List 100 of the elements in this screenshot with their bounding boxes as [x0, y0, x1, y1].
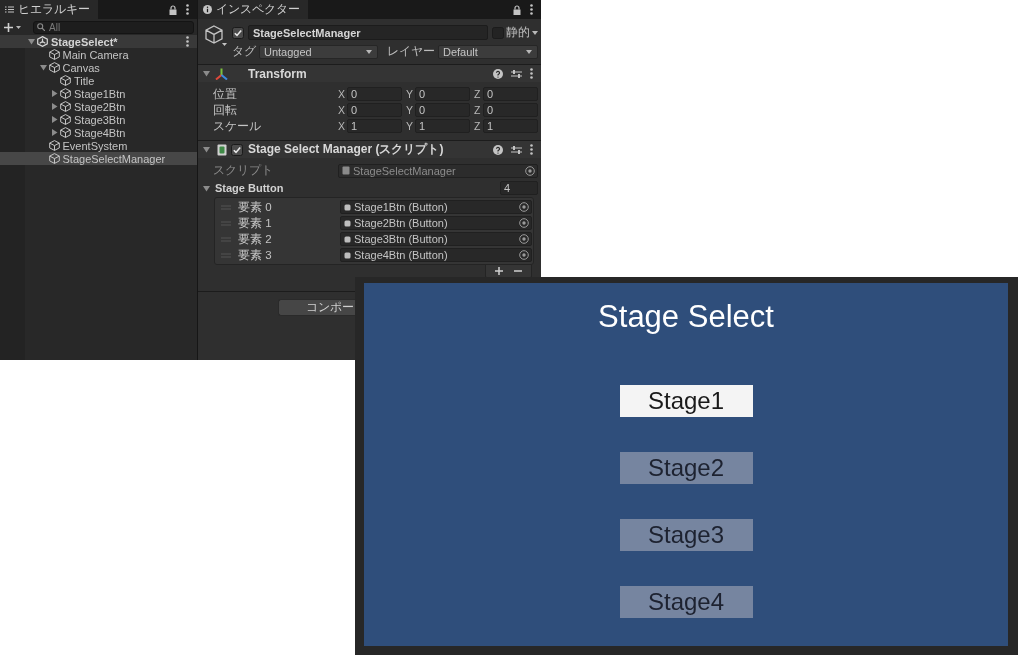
plus-icon[interactable] [495, 267, 503, 275]
axis-label: X [338, 120, 346, 132]
disclosure-triangle-icon[interactable] [203, 184, 210, 192]
axis-label: Y [406, 104, 414, 116]
lock-icon[interactable] [513, 4, 521, 15]
hierarchy-item[interactable]: Main Camera [0, 48, 197, 61]
component-header[interactable]: Stage Select Manager (スクリプト) [198, 141, 541, 158]
disclosure-triangle-icon[interactable] [203, 146, 210, 153]
object-field[interactable]: Stage1Btn (Button) [340, 200, 532, 214]
static-label: 静的 [506, 24, 530, 41]
axis-label: Z [474, 88, 482, 100]
cube-icon [48, 140, 60, 151]
enabled-checkbox[interactable] [231, 143, 243, 156]
disclosure-triangle-icon[interactable] [51, 116, 58, 123]
tag-label: タグ [232, 43, 256, 60]
object-field[interactable]: Stage3Btn (Button) [340, 232, 532, 246]
cube-icon [60, 101, 71, 112]
add-component-button[interactable]: コンポー [278, 299, 355, 316]
cube-icon [60, 88, 71, 99]
list-icon [5, 6, 14, 13]
create-button[interactable] [4, 21, 21, 33]
more-options-icon[interactable] [186, 4, 189, 15]
hierarchy-item[interactable]: Title [0, 74, 197, 87]
disclosure-triangle-icon[interactable] [203, 70, 210, 77]
hierarchy-item[interactable]: Stage4Btn [0, 126, 197, 139]
disclosure-triangle-icon[interactable] [51, 90, 58, 97]
list-label: Stage Button [215, 182, 284, 194]
cube-icon [60, 127, 71, 138]
help-icon[interactable] [493, 144, 503, 155]
scene-logo-icon [37, 36, 48, 47]
number-field[interactable]: 1 [483, 119, 538, 133]
script-field: StageSelectManager [338, 163, 538, 178]
script-file-icon [216, 143, 227, 156]
number-field[interactable]: 1 [347, 119, 402, 133]
layer-dropdown[interactable]: Default [438, 44, 538, 59]
cube-icon [48, 62, 60, 73]
layer-label: レイヤー [387, 43, 435, 60]
stage-button[interactable]: Stage2 [619, 452, 753, 484]
disclosure-triangle-icon[interactable] [51, 103, 58, 110]
dropdown-caret-icon[interactable] [532, 30, 538, 35]
size-field[interactable]: 4 [500, 181, 538, 195]
inspector-tab[interactable]: インスペクター [198, 0, 308, 19]
object-picker-icon[interactable] [525, 165, 535, 176]
disclosure-triangle-icon[interactable] [51, 129, 58, 136]
hierarchy-item[interactable]: Stage3Btn [0, 113, 197, 126]
dropdown-caret-icon[interactable] [526, 49, 532, 54]
cube-icon [48, 49, 60, 60]
lock-icon[interactable] [169, 4, 177, 15]
disclosure-triangle-icon[interactable] [39, 64, 47, 71]
axis-label: Z [474, 120, 482, 132]
game-title: Stage Select [598, 299, 774, 335]
stage-button[interactable]: Stage1 [619, 385, 753, 417]
number-field[interactable]: 0 [415, 103, 470, 117]
number-field[interactable]: 0 [347, 103, 402, 117]
number-field[interactable]: 1 [415, 119, 470, 133]
more-options-icon[interactable] [530, 68, 533, 79]
info-icon [203, 5, 212, 14]
component-header[interactable]: Transform [198, 65, 541, 82]
cube-icon [60, 114, 71, 125]
more-options-icon[interactable] [186, 36, 189, 47]
hierarchy-item[interactable]: Canvas [0, 61, 197, 74]
sliders-icon[interactable] [511, 144, 522, 155]
property-label: 回転 [213, 102, 238, 118]
hierarchy-item[interactable]: StageSelect* [0, 35, 197, 48]
more-options-icon[interactable] [530, 144, 533, 155]
name-field[interactable]: StageSelectManager [248, 25, 488, 40]
cube-icon [48, 153, 60, 164]
object-field[interactable]: Stage2Btn (Button) [340, 216, 532, 230]
plus-icon [4, 22, 13, 32]
hierarchy-item[interactable]: EventSystem [0, 139, 197, 152]
dropdown-caret-icon[interactable] [366, 49, 372, 54]
minus-icon[interactable] [514, 267, 522, 275]
cube-icon [60, 75, 71, 86]
stage-button[interactable]: Stage3 [619, 519, 753, 551]
tag-dropdown[interactable]: Untagged [259, 44, 378, 59]
component-title: Stage Select Manager (スクリプト) [248, 141, 444, 158]
object-field[interactable]: Stage4Btn (Button) [340, 248, 532, 262]
search-field[interactable]: All [33, 20, 194, 34]
number-field[interactable]: 0 [483, 103, 538, 117]
property-label: スケール [213, 118, 262, 134]
sliders-icon[interactable] [511, 68, 522, 79]
hierarchy-item[interactable]: Stage2Btn [0, 100, 197, 113]
help-icon[interactable] [493, 68, 503, 79]
axis-label: X [338, 104, 346, 116]
number-field[interactable]: 0 [483, 87, 538, 101]
component-title: Transform [248, 66, 307, 81]
element-label: 要素 1 [238, 215, 273, 231]
active-checkbox[interactable] [232, 26, 244, 39]
script-file-icon [342, 166, 350, 175]
element-label: 要素 0 [238, 199, 273, 215]
hierarchy-tab[interactable]: ヒエラルキー [0, 0, 98, 19]
cube-icon[interactable] [204, 25, 228, 47]
stage-button[interactable]: Stage4 [619, 586, 753, 618]
hierarchy-item[interactable]: Stage1Btn [0, 87, 197, 100]
more-options-icon[interactable] [530, 4, 533, 15]
element-label: 要素 2 [238, 231, 273, 247]
number-field[interactable]: 0 [347, 87, 402, 101]
number-field[interactable]: 0 [415, 87, 470, 101]
disclosure-triangle-icon[interactable] [28, 38, 35, 45]
hierarchy-item[interactable]: StageSelectManager [0, 152, 197, 165]
